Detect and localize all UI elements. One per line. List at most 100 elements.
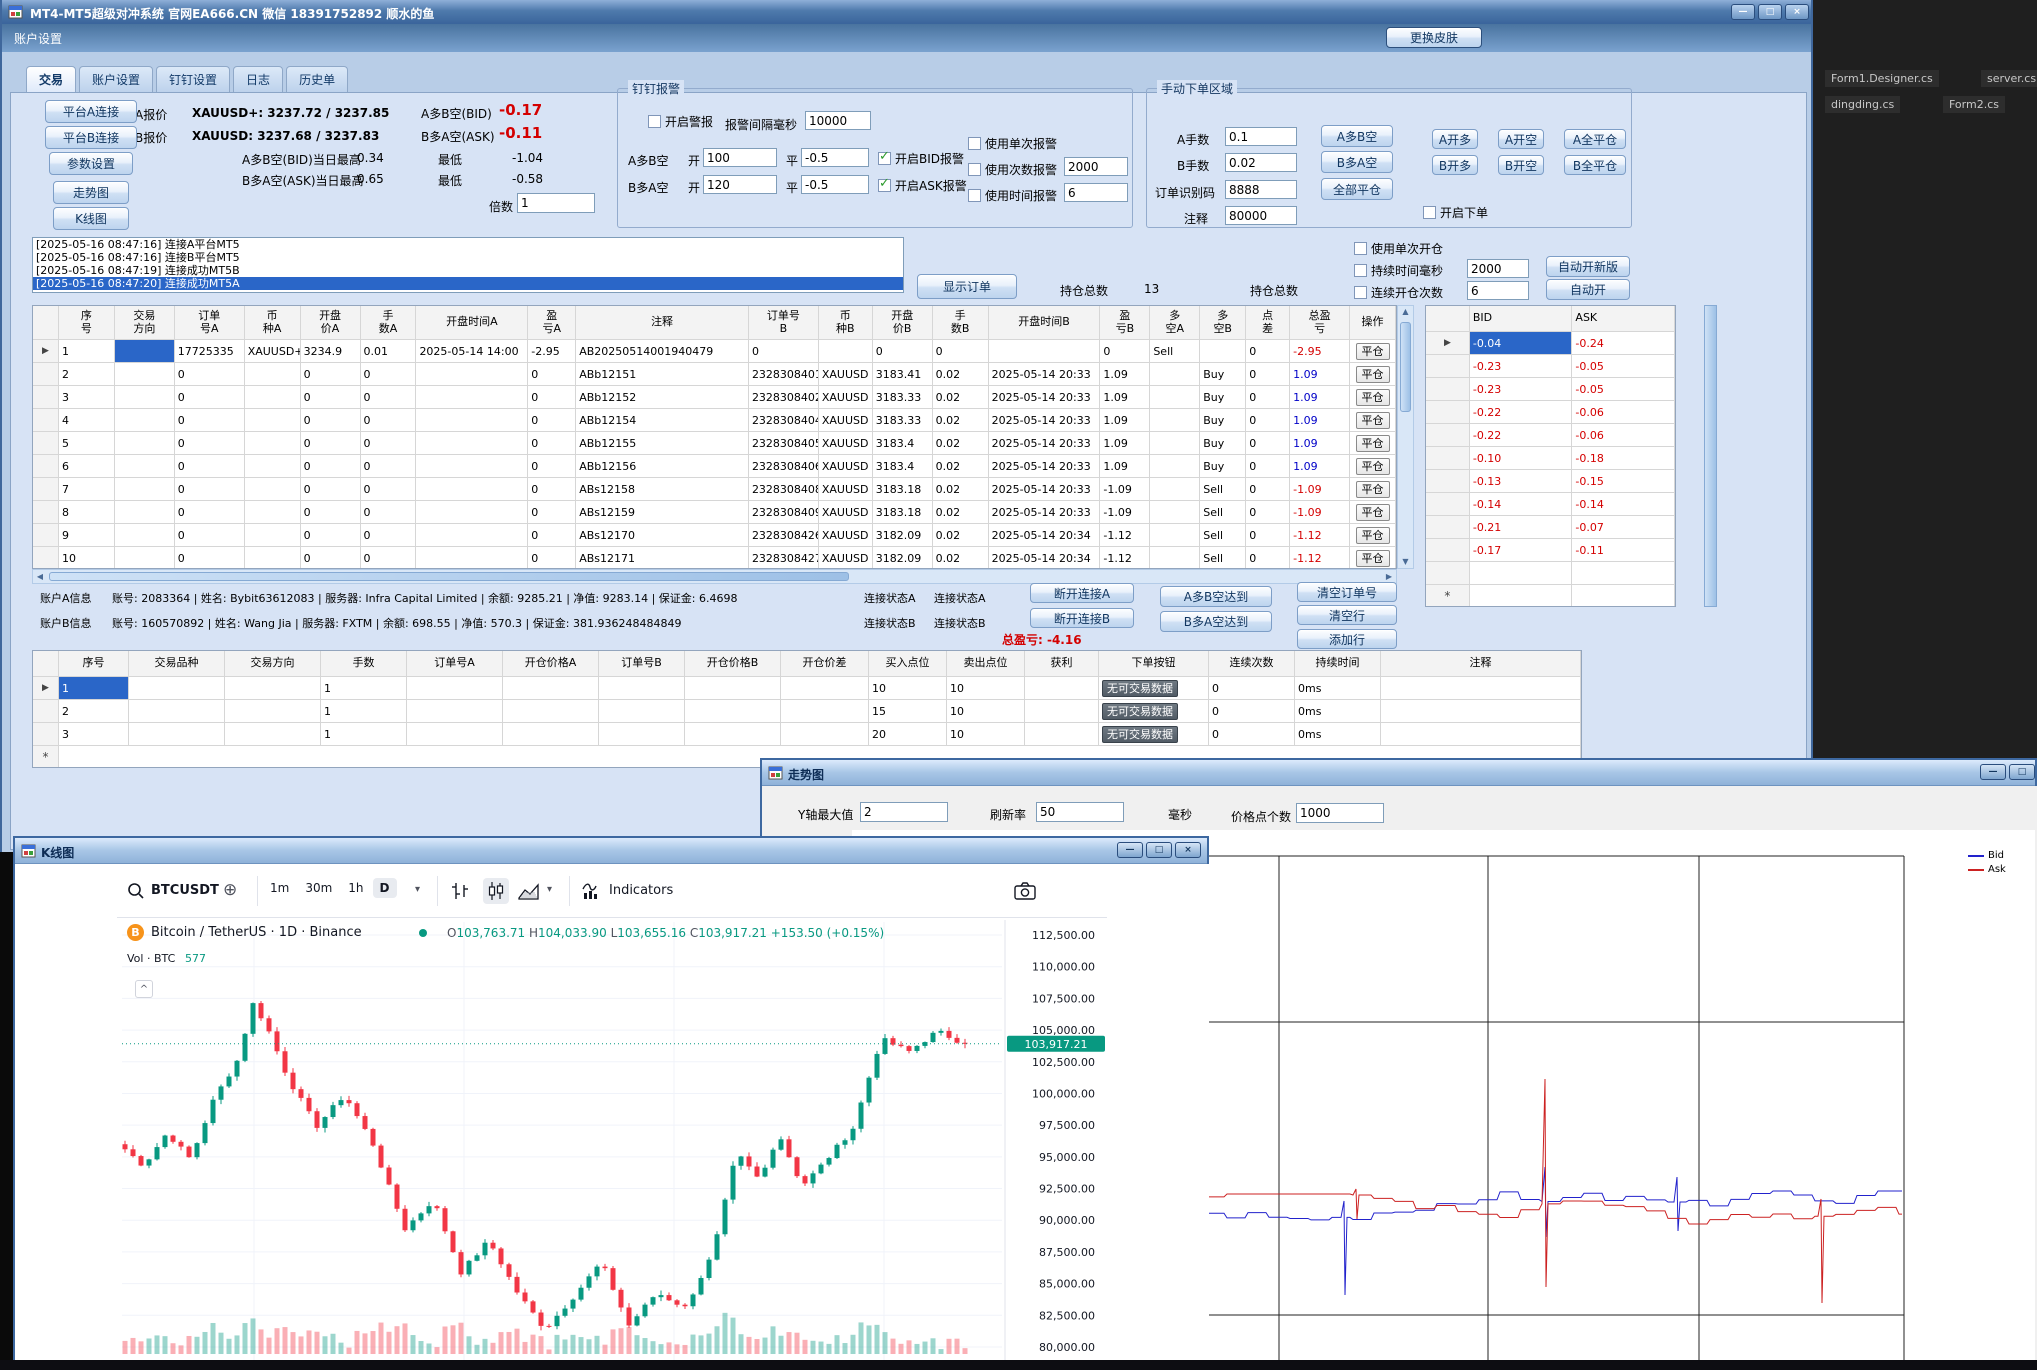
duration-input[interactable]: 2000 [1467,259,1529,278]
header-cell[interactable]: 买入点位 [869,651,947,676]
time-alarm-checkbox[interactable]: 使用时间报警 [968,187,1057,204]
header-cell[interactable]: 手数 [321,651,407,676]
count-alarm-checkbox[interactable]: 使用次数报警 [968,161,1057,178]
checkbox-icon[interactable] [878,179,891,192]
table-row[interactable]: ▶111010无可交易数据00ms [33,677,1581,700]
header-cell[interactable]: 手 数A [361,306,417,339]
header-cell[interactable]: 开仓价格B [685,651,781,676]
interval-chevron-icon[interactable]: ▾ [415,884,420,895]
header-cell[interactable]: 多 空B [1200,306,1246,339]
change-skin-button[interactable]: 更换皮肤 [1386,27,1482,48]
b-lots-input[interactable]: 0.02 [1225,153,1297,172]
b-close-input[interactable]: -0.5 [801,175,869,194]
checkbox-icon[interactable] [968,137,981,150]
ymax-input[interactable]: 2 [860,802,948,822]
disconnect-a-button[interactable]: 断开连接A [1030,583,1134,603]
table-row[interactable]: -0.21-0.07 [1426,516,1675,539]
header-cell[interactable]: 卖出点位 [947,651,1025,676]
enable-order-checkbox[interactable]: 开启下单 [1423,204,1488,221]
close-icon[interactable]: × [1175,842,1201,858]
header-cell[interactable]: 交易方向 [225,651,321,676]
header-cell[interactable]: 注释 [1381,651,1581,676]
a-long-b-short-button[interactable]: A多B空 [1321,125,1393,147]
left-button-2[interactable]: 平台B连接 [45,126,137,149]
header-cell[interactable]: 多 空A [1150,306,1200,339]
close-position-button[interactable]: 平仓 [1356,343,1390,360]
clear-row-button[interactable]: 清空行 [1297,605,1397,625]
table-row[interactable]: 70000ABs121582328308408XAUUSD3183.180.02… [33,478,1396,501]
enable-alarm-checkbox[interactable]: 开启警报 [648,113,713,130]
table-row[interactable]: -0.13-0.15 [1426,470,1675,493]
header-cell[interactable]: 操作 [1350,306,1396,339]
bid-ask-scrollbar[interactable] [1704,305,1717,607]
header-cell[interactable]: 总盈 亏 [1290,306,1350,339]
header-cell[interactable]: 连续次数 [1209,651,1295,676]
header-cell[interactable]: 点 差 [1246,306,1290,339]
header-cell[interactable]: 开仓价差 [781,651,869,676]
camera-icon[interactable] [1013,880,1037,906]
vs-tab-server[interactable]: server.cs [1981,70,2037,87]
maximize-icon[interactable]: □ [1758,4,1782,20]
auto-open-button[interactable]: 自动开 [1546,279,1630,300]
a-reach-button[interactable]: A多B空达到 [1160,586,1272,607]
search-icon[interactable] [127,882,145,904]
tab-3[interactable]: 钉钉设置 [156,66,230,92]
ask-alarm-checkbox[interactable]: 开启ASK报警 [878,177,967,194]
tab-1[interactable]: 交易 [26,66,76,92]
maximize-icon[interactable]: □ [1146,842,1172,858]
close-icon[interactable]: × [1785,4,1809,20]
interval-D[interactable]: D [373,878,397,898]
header-cell[interactable]: 交易 方向 [115,306,175,339]
header-cell[interactable]: 币 种A [245,306,301,339]
header-cell[interactable]: 订单号A [407,651,503,676]
interval-1h[interactable]: 1h [341,878,370,898]
auto-open-new-button[interactable]: 自动开新版 [1546,256,1630,277]
header-cell[interactable]: ASK [1572,306,1675,331]
orders-hscrollbar[interactable]: ◀▶ [32,569,1397,584]
header-cell[interactable]: 序号 [59,651,129,676]
b-close-all-button[interactable]: B全平仓 [1564,155,1626,175]
interval-1m[interactable]: 1m [263,878,296,898]
menu-account-settings[interactable]: 账户设置 [14,30,62,47]
single-open-checkbox[interactable]: 使用单次开仓 [1354,240,1443,257]
no-trade-data-button[interactable]: 无可交易数据 [1102,703,1178,720]
table-row[interactable]: -0.22-0.06 [1426,424,1675,447]
header-cell[interactable]: 持续时间 [1295,651,1381,676]
checkbox-icon[interactable] [1354,286,1367,299]
log-line[interactable]: [2025-05-16 08:47:19] 连接成功MT5B [33,264,903,277]
clear-order-id-button[interactable]: 清空订单号 [1297,582,1397,602]
table-row[interactable]: 50000ABb121552328308405XAUUSD3183.40.022… [33,432,1396,455]
header-cell[interactable]: 开仓价格A [503,651,599,676]
table-row[interactable]: 90000ABs121702328308426XAUUSD3182.090.02… [33,524,1396,547]
checkbox-icon[interactable] [878,152,891,165]
main-titlebar[interactable]: MT4-MT5超级对冲系统 官网EA666.CN 微信 18391752892 … [2,0,1811,24]
no-trade-data-button[interactable]: 无可交易数据 [1102,680,1178,697]
checkbox-icon[interactable] [1354,264,1367,277]
header-cell[interactable]: 订单号B [599,651,685,676]
left-button-1[interactable]: 平台A连接 [45,100,137,123]
left-button-3[interactable]: 参数设置 [49,152,133,175]
count-alarm-input[interactable]: 2000 [1064,157,1128,176]
header-cell[interactable]: 注释 [576,306,749,339]
checkbox-icon[interactable] [648,115,661,128]
vs-tab-dingding[interactable]: dingding.cs [1825,96,1900,113]
table-row[interactable]: 80000ABs121592328308409XAUUSD3183.180.02… [33,501,1396,524]
close-all-button[interactable]: 全部平仓 [1321,178,1393,200]
minimize-icon[interactable]: — [1980,764,2006,780]
header-cell[interactable]: 手 数B [933,306,989,339]
duration-checkbox[interactable]: 持续时间毫秒 [1354,262,1443,279]
a-close-input[interactable]: -0.5 [801,148,869,167]
log-line[interactable]: [2025-05-16 08:47:16] 连接A平台MT5 [33,238,903,251]
table-row[interactable]: ▶117725335XAUUSD+3234.90.012025-05-14 14… [33,340,1396,363]
bid-alarm-checkbox[interactable]: 开启BID报警 [878,150,964,167]
header-cell[interactable]: 盈 亏A [528,306,576,339]
no-trade-data-button[interactable]: 无可交易数据 [1102,726,1178,743]
order-id-input[interactable]: 8888 [1225,180,1297,199]
table-row[interactable]: -0.23-0.05 [1426,378,1675,401]
b-open-short-button[interactable]: B开空 [1498,155,1544,175]
open-times-checkbox[interactable]: 连续开仓次数 [1354,284,1443,301]
a-open-short-button[interactable]: A开空 [1498,129,1544,149]
table-row[interactable]: 30000ABb121522328308402XAUUSD3183.330.02… [33,386,1396,409]
header-cell[interactable]: 币 种B [819,306,873,339]
a-lots-input[interactable]: 0.1 [1225,127,1297,146]
